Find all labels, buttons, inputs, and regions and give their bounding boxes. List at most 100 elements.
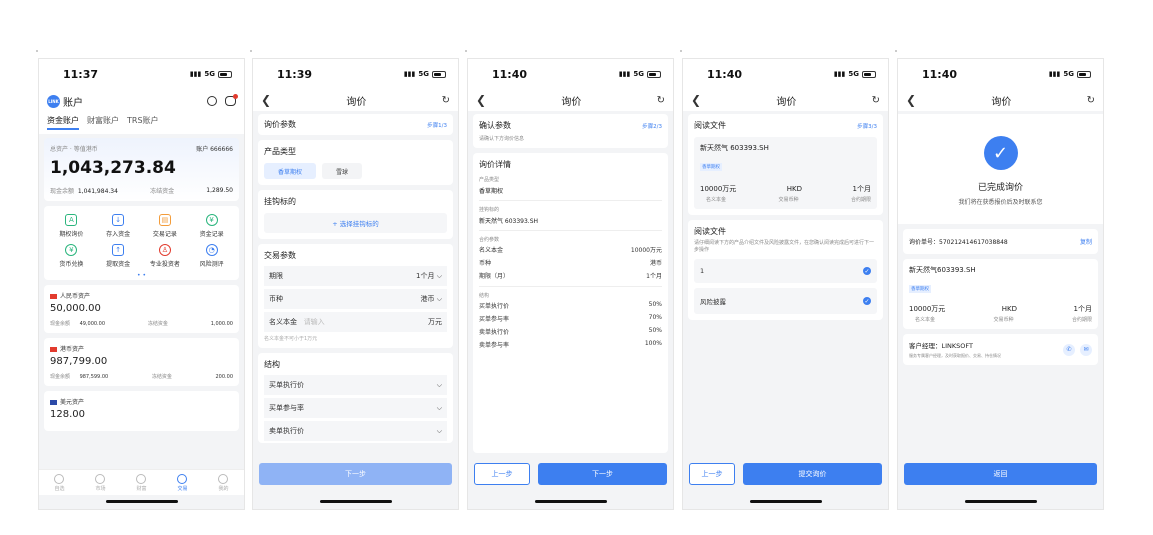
currency-value: 港币 [420, 295, 435, 303]
asset-card-cny[interactable]: 人民币资产 50,000.00 现金余额 49,000.00 冻结资金 1,000.… [44, 285, 239, 333]
chart-icon [95, 473, 106, 484]
status-bar: 11:37 ▮▮▮ 5G [39, 59, 244, 89]
next-button[interactable]: 下一步 [259, 463, 452, 485]
tab-trade[interactable]: 交易 [177, 473, 188, 492]
frozen-value: 200.00 [215, 373, 234, 380]
tab-label: 财富 [136, 485, 147, 492]
exchange-icon: ¥ [65, 244, 78, 256]
contract-row: 期限（月） 1个月 [479, 269, 662, 282]
chat-icon[interactable]: ✉ [1080, 343, 1092, 356]
contract-row: 币种 港币 [479, 256, 662, 269]
trade-params-label: 交易参数 [264, 251, 296, 260]
amount-label: 名义本金 [706, 197, 727, 203]
product-name: 新天然气 603393.SH [700, 144, 769, 152]
product-summary-card: 新天然气603393.SH 香草期权 10000万元 HKD 1个月 名义本金 … [903, 259, 1098, 329]
home-indicator [105, 500, 178, 503]
action-fund-records[interactable]: ¥ 资金记录 [188, 214, 235, 238]
trade-icon [177, 473, 188, 484]
select-underlying-button[interactable]: + 选择挂钩标的 [264, 213, 447, 233]
term-select[interactable]: 期限 1个月 ⌵ [264, 266, 447, 286]
action-withdraw[interactable]: ↑ 提取资金 [95, 244, 142, 268]
return-button[interactable]: 返回 [904, 463, 1097, 485]
tab-label: 市场 [95, 485, 106, 492]
status-bar: 11:40 ▮▮▮ 5G [468, 59, 673, 89]
structure-select[interactable]: 买单参与率 ⌵ [264, 398, 447, 418]
download-icon: ↓ [112, 214, 125, 226]
action-deposit[interactable]: ↓ 存入资金 [95, 214, 142, 238]
tab-mine[interactable]: 我的 [218, 473, 229, 492]
action-risk-assessment[interactable]: ◔ 风险测评 [188, 244, 235, 268]
underlying-card: 挂钩标的 + 选择挂钩标的 [258, 190, 453, 239]
row-value: 1个月 [646, 273, 662, 280]
prev-button[interactable]: 上一步 [474, 463, 530, 485]
copy-button[interactable]: 复制 [1080, 237, 1092, 246]
document-item-risk[interactable]: 风险披露 ✓ [694, 288, 877, 314]
cash-value: 1,041,984.34 [77, 188, 118, 195]
currency-label: 交易币种 [778, 197, 799, 203]
notional-field[interactable]: 名义本金 请输入 万元 [264, 312, 447, 332]
battery-icon [218, 70, 232, 78]
row-value: 港币 [649, 260, 662, 267]
asset-value: 128.00 [50, 409, 85, 420]
tab-wealth[interactable]: 财富 [136, 473, 147, 492]
check-icon: ✓ [863, 267, 871, 275]
action-professional-investor[interactable]: ♙ 专业投资者 [142, 244, 189, 268]
action-option-quote[interactable]: A 期权询价 [48, 214, 95, 238]
refresh-icon[interactable]: ↻ [657, 95, 665, 106]
asset-card-hkd[interactable]: 港币资产 987,799.00 现金余额 987,599.00 冻结资金 200.0… [44, 338, 239, 386]
gauge-icon: ◔ [205, 244, 218, 256]
asset-card-usd[interactable]: 美元资产 128.00 [44, 391, 239, 431]
account-number[interactable]: 账户 666666 [196, 144, 233, 153]
action-label: 风险测评 [199, 261, 224, 268]
term-label: 期限 [269, 272, 283, 280]
option-vanilla[interactable]: 香草期权 [264, 163, 317, 179]
refresh-icon[interactable]: ↻ [872, 95, 880, 106]
action-label: 专业投资者 [149, 261, 180, 268]
action-currency-exchange[interactable]: ¥ 货币兑换 [48, 244, 95, 268]
tab-watchlist[interactable]: 自选 [54, 473, 65, 492]
prev-button[interactable]: 上一步 [689, 463, 735, 485]
tab-market[interactable]: 市场 [95, 473, 106, 492]
currency-select[interactable]: 币种 港币 ⌵ [264, 289, 447, 309]
section-title: 询价参数 [264, 120, 296, 129]
refresh-icon[interactable]: ↻ [1087, 95, 1095, 106]
status-time: 11:40 [922, 67, 958, 81]
option-snowball[interactable]: 雪球 [322, 163, 363, 179]
asset-name: 美元资产 [60, 399, 85, 406]
next-button[interactable]: 下一步 [538, 463, 667, 485]
network-label: 5G [418, 70, 429, 78]
structure-item-label: 买单执行价 [269, 381, 304, 389]
structure-select[interactable]: 卖单执行价 ⌵ [264, 421, 447, 441]
person-icon: ♙ [158, 244, 171, 256]
product-type-value: 香草期权 [479, 183, 662, 201]
amount-value: 10000万元 [909, 305, 946, 313]
manager-hint: 服务专属客户经理，及时获取报价、交易、持仓情况 [909, 353, 1001, 358]
phone-icon[interactable]: ✆ [1063, 343, 1075, 356]
document-icon: A [65, 214, 78, 226]
back-chevron-icon[interactable]: ❮ [691, 93, 701, 107]
tab-wealth-account[interactable]: 财富账户 [87, 115, 119, 130]
back-chevron-icon[interactable]: ❮ [476, 93, 486, 107]
tab-trs-account[interactable]: TRS账户 [127, 115, 159, 130]
submit-quote-button[interactable]: 提交询价 [743, 463, 882, 485]
chevron-down-icon: ⌵ [436, 426, 442, 435]
row-value: 50% [648, 327, 662, 334]
back-chevron-icon[interactable]: ❮ [906, 93, 916, 107]
refresh-icon[interactable]: ↻ [442, 95, 450, 106]
action-label: 交易记录 [152, 231, 177, 238]
total-asset-card: 总资产 · 等值港币 账户 666666 1,043,273.84 现金余额 1… [44, 138, 239, 201]
network-label: 5G [204, 70, 215, 78]
message-icon[interactable] [225, 94, 238, 106]
structure-select[interactable]: 买单执行价 ⌵ [264, 375, 447, 395]
search-icon[interactable] [207, 96, 217, 106]
action-trade-records[interactable]: ▤ 交易记录 [142, 214, 189, 238]
document-item[interactable]: 1 ✓ [694, 259, 877, 283]
notional-placeholder: 请输入 [303, 318, 325, 326]
brand-logo: LINK [47, 94, 60, 108]
frozen-label: 冻结资金 [150, 188, 175, 195]
tab-fund-account[interactable]: 资金账户 [47, 115, 79, 130]
term-label: 合约期限 [1071, 317, 1092, 323]
page-title: 账户 [63, 97, 83, 109]
back-chevron-icon[interactable]: ❮ [261, 93, 271, 107]
action-label: 期权询价 [59, 231, 84, 238]
